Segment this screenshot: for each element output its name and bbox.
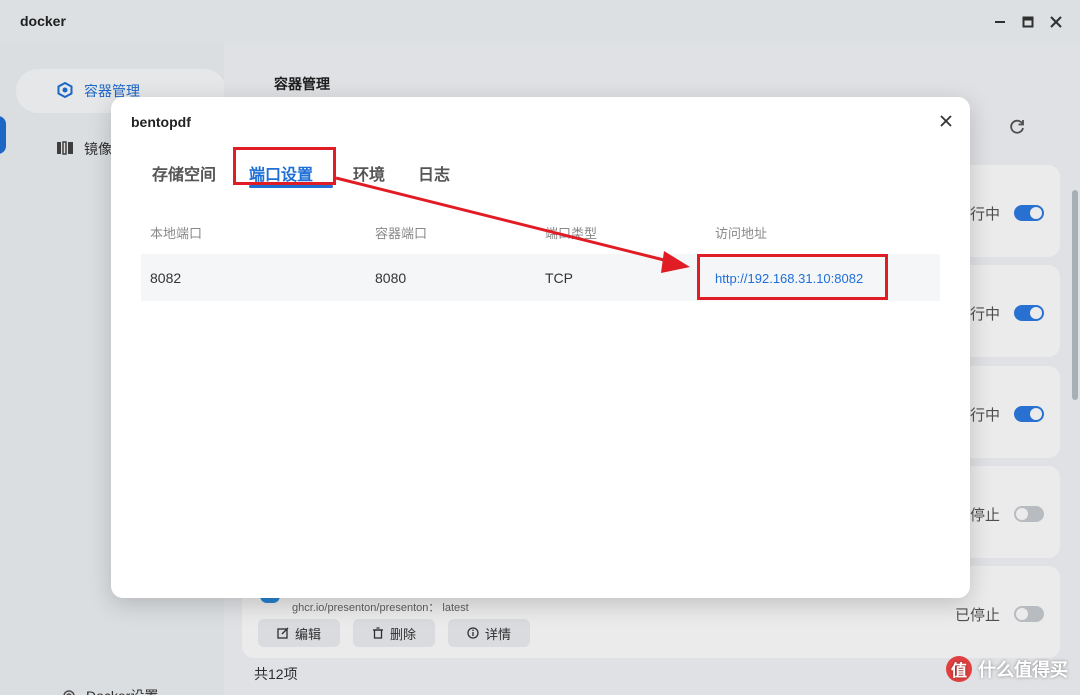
container-port-cell: 8080: [375, 270, 407, 286]
watermark-logo: 值: [946, 656, 972, 682]
watermark: 值 什么值得买: [946, 656, 1068, 682]
column-header: 端口类型: [545, 226, 598, 241]
local-port-cell: 8082: [150, 270, 182, 286]
container-detail-dialog: bentopdf 存储空间 端口设置 环境 日志 本地端口 容器端口 端口类型 …: [111, 97, 970, 598]
tab-logs[interactable]: 日志: [418, 161, 450, 185]
dialog-close-button[interactable]: [940, 111, 952, 132]
watermark-text: 什么值得买: [978, 660, 1068, 680]
tab-environment[interactable]: 环境: [353, 161, 385, 185]
highlight-box: [233, 147, 336, 185]
column-header: 容器端口: [375, 226, 428, 241]
dialog-title: bentopdf: [131, 114, 191, 130]
tab-storage[interactable]: 存储空间: [152, 161, 216, 185]
close-icon: [940, 115, 952, 127]
port-type-cell: TCP: [545, 270, 573, 286]
highlight-box: [697, 254, 888, 300]
active-tab-indicator: [249, 185, 333, 188]
column-header: 本地端口: [150, 226, 203, 241]
column-header: 访问地址: [715, 226, 768, 241]
